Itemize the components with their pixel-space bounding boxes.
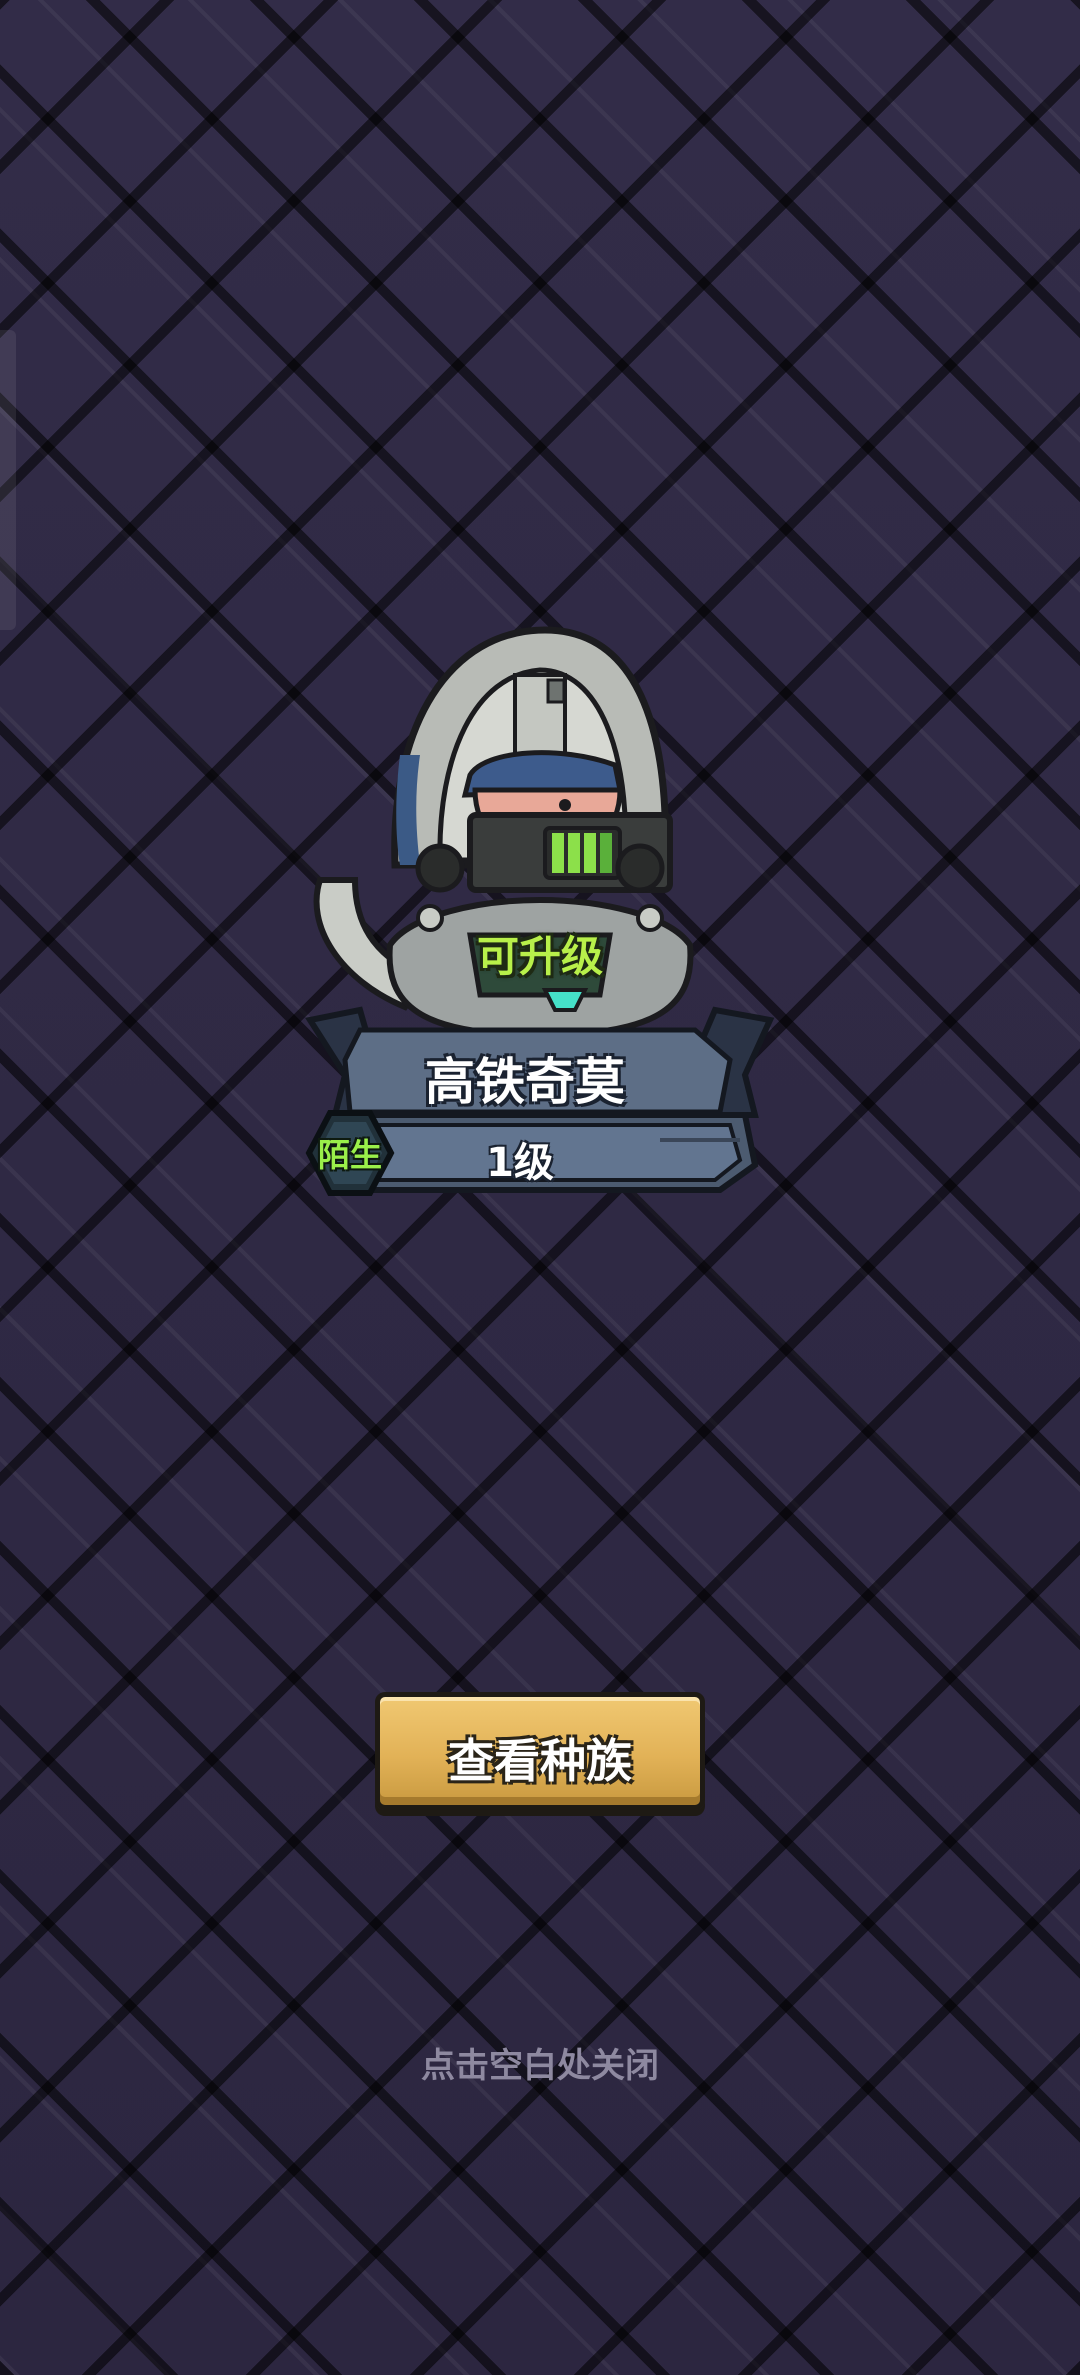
view-race-button-label: 查看种族 — [448, 1734, 632, 1788]
character-card: 可升级 高铁奇莫 1级 陌生 — [300, 615, 780, 1196]
name-plate: 高铁奇莫 1级 陌生 — [300, 1000, 780, 1200]
close-hint-text: 点击空白处关闭 — [421, 2046, 659, 2086]
character-name: 高铁奇莫 — [425, 1053, 625, 1111]
view-race-button[interactable]: 查看种族 — [375, 1692, 705, 1810]
background-overlay[interactable]: 可升级 高铁奇莫 1级 陌生 查看种族 点击空白处关闭 — [0, 0, 1080, 2375]
relation-label: 陌生 — [317, 1136, 382, 1174]
side-edge-handle — [0, 330, 16, 630]
upgradable-status-label: 可升级 — [476, 932, 603, 981]
character-level: 1级 — [486, 1140, 554, 1186]
relation-badge: 陌生 — [305, 1108, 395, 1198]
